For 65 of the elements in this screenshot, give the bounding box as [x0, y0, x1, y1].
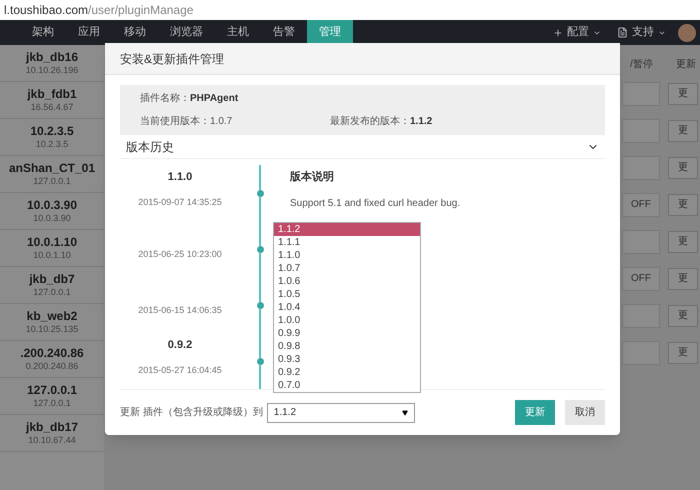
version-option[interactable]: 0.9.3 — [274, 353, 420, 366]
release-date: 2015-09-07 14:35:25 — [138, 196, 222, 208]
host-list-item[interactable]: 10.0.3.90 10.0.3.90 — [0, 193, 104, 230]
nav-tab[interactable]: 浏览器 — [158, 20, 215, 45]
caret-icon — [402, 410, 408, 416]
update-button[interactable]: 更 — [668, 194, 698, 216]
release-date: 2015-05-27 16:04:45 — [138, 364, 222, 376]
version-option[interactable]: 1.1.2 — [274, 223, 420, 236]
nav-tab[interactable]: 告警 — [261, 20, 307, 45]
host-list-item[interactable]: 10.0.1.10 10.0.1.10 — [0, 230, 104, 267]
update-button[interactable]: 更 — [668, 120, 698, 142]
nav-tab[interactable]: 主机 — [215, 20, 261, 45]
host-list-item[interactable]: 127.0.0.1 127.0.0.1 — [0, 378, 104, 415]
version-option[interactable]: 0.7.0 — [274, 379, 420, 392]
update-button[interactable]: 更 — [668, 82, 698, 104]
nav-tab[interactable]: 架构 — [20, 20, 66, 45]
host-list-item[interactable]: jkb_db7 127.0.0.1 — [0, 267, 104, 304]
version-number: 0.9.2 — [168, 338, 192, 353]
version-option[interactable]: 1.1.1 — [274, 236, 420, 249]
host-list-item[interactable]: .200.240.86 0.200.240.86 — [0, 341, 104, 378]
host-list-item[interactable]: anShan_CT_01 127.0.0.1 — [0, 156, 104, 193]
plugin-name: 插件名称：PHPAgent — [140, 92, 240, 106]
history-title: 版本历史 — [126, 138, 174, 156]
update-button[interactable]: 更 — [668, 230, 698, 252]
host-list-item[interactable]: jkb_fdb1 16.56.4.67 — [0, 82, 104, 119]
latest-version: 最新发布的版本：1.1.2 — [330, 114, 432, 129]
version-option[interactable]: 0.9.8 — [274, 340, 420, 353]
version-option[interactable]: 1.0.4 — [274, 301, 420, 314]
support-menu[interactable]: 支持 — [628, 24, 658, 41]
version-option[interactable]: 0.9.2 — [274, 366, 420, 379]
host-list-item[interactable]: kb_web2 10.10.25.135 — [0, 304, 104, 341]
release-notes: Support 5.1 and fixed curl header bug. — [290, 196, 460, 210]
nav-tab[interactable]: 移动 — [112, 20, 158, 45]
update-button[interactable]: 更 — [668, 156, 698, 178]
address-bar[interactable]: l.toushibao.com/user/pluginManage — [0, 0, 700, 20]
update-target-label: 更新 插件（包含升级或降级）到 — [120, 406, 263, 420]
update-button[interactable]: 更 — [668, 304, 698, 326]
nav-tab[interactable]: 应用 — [66, 20, 112, 45]
version-option[interactable]: 1.0.7 — [274, 262, 420, 275]
document-icon[interactable] — [617, 27, 628, 38]
update-button[interactable]: 更 — [668, 342, 698, 364]
column-header: 更新 — [676, 58, 696, 72]
version-number: 1.1.0 — [168, 170, 192, 185]
current-version: 当前使用版本：1.0.7 — [140, 114, 234, 129]
update-button[interactable]: 更 — [668, 268, 698, 290]
host-list-item[interactable]: 10.2.3.5 10.2.3.5 — [0, 119, 104, 156]
version-select[interactable]: 1.1.2 — [266, 402, 415, 422]
column-header: /暂停 — [630, 58, 653, 72]
version-option[interactable]: 0.9.9 — [274, 327, 420, 340]
notes-title: 版本说明 — [290, 170, 335, 185]
version-option[interactable]: 1.0.6 — [274, 275, 420, 288]
release-date: 2015-06-25 10:23:00 — [138, 248, 222, 261]
avatar-icon[interactable] — [678, 24, 696, 42]
config-menu[interactable]: 配置 — [563, 24, 593, 41]
release-date: 2015-06-15 14:06:35 — [138, 304, 222, 317]
version-option[interactable]: 1.0.5 — [274, 288, 420, 301]
version-option[interactable]: 1.1.0 — [274, 249, 420, 262]
version-option[interactable]: 1.0.0 — [274, 314, 420, 327]
cancel-button[interactable]: 取消 — [565, 400, 605, 425]
dialog-title: 安装&更新插件管理 — [120, 50, 224, 68]
host-list-item[interactable]: jkb_db16 10.10.26.196 — [0, 45, 104, 82]
host-list-item[interactable]: jkb_db17 10.10.67.44 — [0, 415, 104, 452]
plus-icon[interactable] — [553, 28, 563, 38]
status-field: OFF — [622, 192, 660, 216]
status-field: OFF — [622, 266, 660, 290]
